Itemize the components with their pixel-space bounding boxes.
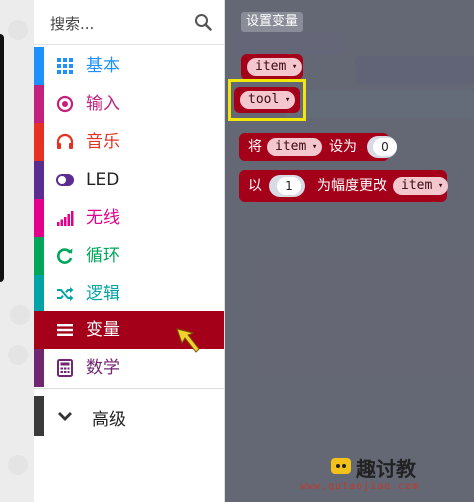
variable-dropdown[interactable]: item ▾ — [247, 58, 303, 76]
category-led[interactable]: LED — [34, 161, 224, 199]
dropdown-caret-icon: ▾ — [437, 181, 444, 191]
set-variable-block[interactable]: 将 item ▾ 设为 0 — [239, 133, 397, 161]
dropdown-caret-icon: ▾ — [311, 142, 318, 152]
search-input[interactable]: 搜索... — [50, 13, 94, 34]
block-text: 设为 — [329, 139, 357, 155]
category-advanced[interactable]: 高级 — [34, 396, 224, 436]
divider — [34, 388, 224, 389]
category-label: 数学 — [86, 358, 120, 378]
chevron-down-icon — [58, 412, 72, 421]
block-text: 将 — [248, 139, 262, 155]
make-variable-button[interactable]: 设置变量 — [241, 12, 304, 32]
category-color-bar — [34, 47, 44, 85]
category-color-bar — [34, 396, 44, 436]
headphones-icon — [56, 133, 74, 149]
category-logic[interactable]: 逻辑 — [34, 275, 224, 313]
block-text: 为幅度更改 — [317, 178, 387, 194]
category-label: LED — [86, 170, 120, 190]
variable-name: item — [255, 59, 287, 74]
loop-icon — [57, 248, 73, 264]
variables-flyout: 设置变量 item ▾ tool ▾ 将 item ▾ 设为 0 以 1 为幅度… — [225, 0, 474, 502]
watermark-brand: 趣讨教 — [356, 457, 416, 481]
category-label: 逻辑 — [86, 284, 120, 304]
search-box[interactable]: 搜索... — [34, 0, 224, 45]
decorative-circle — [8, 455, 28, 475]
category-color-bar — [34, 311, 44, 349]
simulator-frame — [0, 34, 4, 282]
category-music[interactable]: 音乐 — [34, 123, 224, 161]
list-icon — [57, 324, 73, 336]
workspace[interactable]: 设置变量 item ▾ tool ▾ 将 item ▾ 设为 0 以 1 为幅度… — [225, 0, 474, 502]
simulator-strip — [0, 0, 34, 502]
search-icon[interactable] — [194, 13, 212, 31]
brand-logo-icon — [331, 458, 351, 474]
number-input[interactable]: 0 — [373, 138, 397, 156]
target-icon — [56, 95, 74, 113]
category-label: 基本 — [86, 56, 120, 76]
decorative-circle — [8, 20, 28, 40]
shuffle-icon — [57, 287, 74, 301]
category-color-bar — [34, 123, 44, 161]
category-input[interactable]: 输入 — [34, 85, 224, 123]
decorative-circle — [10, 305, 30, 325]
category-color-bar — [34, 349, 44, 387]
category-label: 高级 — [92, 410, 126, 430]
number-socket: 0 — [367, 136, 397, 158]
category-loops[interactable]: 循环 — [34, 237, 224, 275]
category-color-bar — [34, 237, 44, 275]
signal-bars-icon — [57, 211, 74, 226]
variable-dropdown[interactable]: item ▾ — [393, 177, 449, 195]
toolbox: 搜索... 基本 输入 音乐 LED 无线 循环 逻辑 变量 数学 高级 — [34, 0, 225, 502]
category-label: 循环 — [86, 246, 120, 266]
category-label: 音乐 — [86, 132, 120, 152]
block-text: 以 — [248, 178, 262, 194]
category-basic[interactable]: 基本 — [34, 47, 224, 85]
dropdown-caret-icon: ▾ — [291, 62, 298, 72]
decorative-circle — [8, 345, 28, 365]
category-color-bar — [34, 85, 44, 123]
category-color-bar — [34, 199, 44, 237]
category-color-bar — [34, 161, 44, 199]
change-variable-block[interactable]: 以 1 为幅度更改 item ▾ — [239, 170, 449, 202]
category-label: 输入 — [86, 94, 120, 114]
variable-block-item[interactable]: item ▾ — [241, 54, 303, 80]
number-socket: 1 — [269, 175, 305, 197]
grid-icon — [57, 58, 73, 74]
watermark-url: www.qutaojiao.com — [300, 481, 420, 492]
category-color-bar — [34, 275, 44, 313]
pointer-arrow-icon — [176, 328, 200, 353]
calculator-icon — [57, 359, 73, 377]
variable-dropdown[interactable]: item ▾ — [267, 138, 323, 156]
variable-name: item — [275, 139, 307, 154]
variable-name: item — [401, 178, 433, 193]
category-label: 无线 — [86, 208, 120, 228]
highlight-box — [228, 79, 306, 121]
number-input[interactable]: 1 — [277, 177, 301, 195]
category-label: 变量 — [86, 320, 120, 340]
category-radio[interactable]: 无线 — [34, 199, 224, 237]
toggle-icon — [56, 174, 74, 186]
